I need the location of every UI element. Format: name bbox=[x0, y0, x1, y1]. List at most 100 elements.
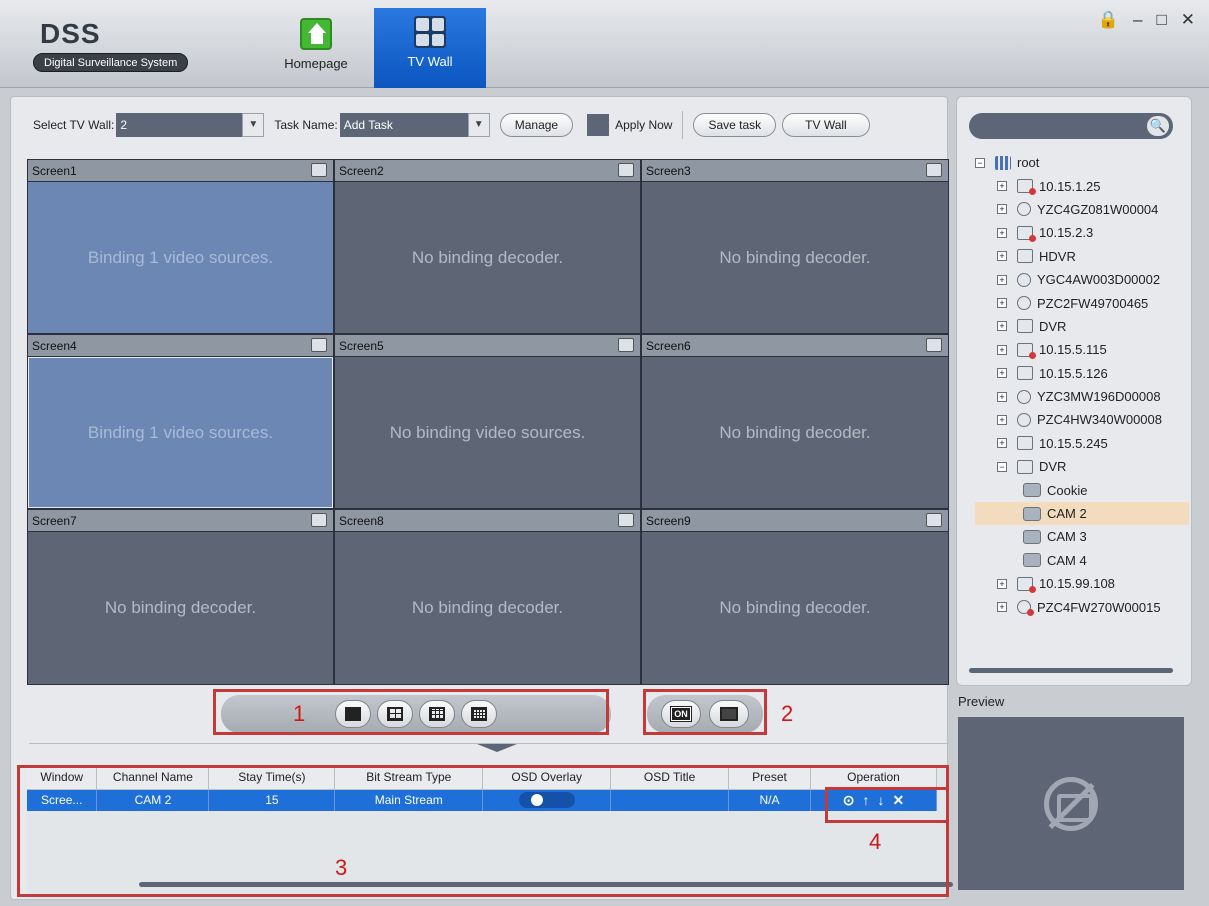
tree-horizontal-scrollbar[interactable] bbox=[969, 668, 1173, 673]
camera-icon bbox=[1023, 506, 1041, 521]
screen-title: Screen6 bbox=[646, 339, 691, 353]
tree-node-label: HDVR bbox=[1039, 248, 1076, 264]
manage-button[interactable]: Manage bbox=[499, 113, 574, 137]
lock-icon[interactable]: 🔒 bbox=[1098, 10, 1119, 30]
toolbar-separator bbox=[682, 111, 684, 139]
screen-cell[interactable]: Screen7 No binding decoder. bbox=[27, 509, 334, 685]
tree-node[interactable]: +10.15.5.126 bbox=[975, 362, 1189, 385]
apply-now-checkbox[interactable] bbox=[587, 114, 610, 136]
tree-node-label: CAM 2 bbox=[1047, 506, 1087, 522]
screen-title: Screen2 bbox=[339, 164, 384, 178]
screen-settings-icon[interactable] bbox=[618, 338, 634, 352]
device-tree: − root +10.15.1.25 + YZC4GZ081W00004 +10.15.2… bbox=[975, 151, 1189, 619]
screen-header: Screen2 bbox=[335, 160, 640, 182]
tree-node[interactable]: CAM 2 bbox=[975, 501, 1189, 526]
screen-title: Screen3 bbox=[646, 164, 691, 178]
search-input[interactable]: 🔍 bbox=[969, 113, 1173, 139]
screen-cell[interactable]: Screen1 Binding 1 video sources. bbox=[27, 159, 334, 334]
app-logo-subtitle: Digital Surveillance System bbox=[33, 53, 189, 72]
expand-icon[interactable]: + bbox=[997, 321, 1007, 332]
expand-icon[interactable]: + bbox=[997, 181, 1007, 192]
tree-node[interactable]: + PZC2FW49700465 bbox=[975, 291, 1189, 314]
expand-icon[interactable]: + bbox=[997, 602, 1007, 613]
screen-cell[interactable]: Screen5 No binding video sources. bbox=[334, 334, 641, 509]
tree-node[interactable]: +10.15.2.3 bbox=[975, 221, 1189, 244]
screen-cell[interactable]: Screen3 No binding decoder. bbox=[641, 159, 949, 334]
no-camera-icon bbox=[1044, 776, 1098, 831]
search-icon[interactable]: 🔍 bbox=[1147, 116, 1169, 136]
maximize-icon[interactable]: □ bbox=[1156, 10, 1166, 30]
annotation-box-4 bbox=[825, 787, 949, 823]
expand-icon[interactable]: + bbox=[997, 368, 1007, 379]
screen-settings-icon[interactable] bbox=[926, 338, 942, 352]
ipc-icon bbox=[1017, 272, 1031, 287]
device-offline-icon bbox=[1017, 342, 1036, 359]
expand-icon[interactable]: + bbox=[997, 438, 1007, 449]
tree-node[interactable]: + YZC4GZ081W00004 bbox=[975, 198, 1189, 221]
screen-settings-icon[interactable] bbox=[618, 163, 634, 177]
task-name-dropdown[interactable]: Add Task ▼ bbox=[339, 113, 490, 137]
expand-icon[interactable]: + bbox=[997, 204, 1007, 215]
screen-settings-icon[interactable] bbox=[926, 513, 942, 527]
collapse-arrow-icon[interactable] bbox=[477, 744, 517, 752]
expand-icon[interactable]: + bbox=[997, 391, 1007, 402]
expand-icon[interactable]: + bbox=[997, 274, 1007, 285]
screen-title: Screen7 bbox=[32, 514, 77, 528]
screen-header: Screen4 bbox=[28, 335, 333, 357]
tree-node[interactable]: + HDVR bbox=[975, 245, 1189, 268]
screen-settings-icon[interactable] bbox=[311, 513, 327, 527]
screen-status: Binding 1 video sources. bbox=[28, 182, 333, 333]
expand-icon[interactable]: + bbox=[997, 298, 1007, 309]
chevron-down-icon[interactable]: ▼ bbox=[467, 113, 490, 137]
select-tv-wall-dropdown[interactable]: 2 ▼ bbox=[116, 113, 265, 137]
screen-settings-icon[interactable] bbox=[926, 163, 942, 177]
tv-wall-button[interactable]: TV Wall bbox=[782, 113, 870, 137]
screen-cell[interactable]: Screen9 No binding decoder. bbox=[641, 509, 949, 685]
tree-node[interactable]: +10.15.5.245 bbox=[975, 432, 1189, 455]
nav-tab-homepage[interactable]: Homepage bbox=[271, 10, 361, 88]
screen-cell[interactable]: Screen8 No binding decoder. bbox=[334, 509, 641, 685]
screen-title: Screen4 bbox=[32, 339, 77, 353]
chevron-down-icon[interactable]: ▼ bbox=[242, 113, 265, 137]
tree-node[interactable]: + YZC3MW196D00008 bbox=[975, 385, 1189, 408]
screen-settings-icon[interactable] bbox=[311, 338, 327, 352]
tree-node[interactable]: +10.15.99.108 bbox=[975, 572, 1189, 595]
screen-settings-icon[interactable] bbox=[618, 513, 634, 527]
tree-node[interactable]: CAM 4 bbox=[975, 549, 1189, 572]
expand-icon[interactable]: + bbox=[997, 227, 1007, 238]
screen-cell[interactable]: Screen6 No binding decoder. bbox=[641, 334, 949, 509]
screen-cell[interactable]: Screen2 No binding decoder. bbox=[334, 159, 641, 334]
tree-node-label: PZC4HW340W00008 bbox=[1037, 412, 1162, 428]
tree-node[interactable]: +10.15.1.25 bbox=[975, 174, 1189, 197]
collapse-icon[interactable]: − bbox=[975, 157, 985, 168]
tree-node[interactable]: +10.15.5.115 bbox=[975, 338, 1189, 361]
tree-node[interactable]: − root bbox=[975, 151, 1189, 174]
screen-header: Screen8 bbox=[335, 510, 640, 532]
expand-icon[interactable]: + bbox=[997, 414, 1007, 425]
screen-settings-icon[interactable] bbox=[311, 163, 327, 177]
expand-icon[interactable]: + bbox=[997, 251, 1007, 262]
tree-node[interactable]: − DVR bbox=[975, 455, 1189, 478]
task-name-value: Add Task bbox=[343, 118, 393, 132]
close-icon[interactable]: ✕ bbox=[1181, 10, 1195, 30]
collapse-icon[interactable]: − bbox=[997, 461, 1007, 472]
nav-tab-tv-wall[interactable]: TV Wall bbox=[374, 8, 486, 88]
tree-node[interactable]: + DVR bbox=[975, 315, 1189, 338]
minimize-icon[interactable]: – bbox=[1133, 10, 1142, 30]
device-offline-icon bbox=[1017, 179, 1036, 196]
expand-icon[interactable]: + bbox=[997, 578, 1007, 589]
tree-node[interactable]: + YGC4AW003D00002 bbox=[975, 268, 1189, 291]
tree-node-label: 10.15.2.3 bbox=[1039, 225, 1094, 241]
tree-node-label: root bbox=[1017, 155, 1040, 171]
screen-cell[interactable]: Screen4 Binding 1 video sources. bbox=[27, 334, 334, 509]
tree-node[interactable]: + PZC4HW340W00008 bbox=[975, 408, 1189, 431]
expand-icon[interactable]: + bbox=[997, 344, 1007, 355]
tree-node[interactable]: Cookie bbox=[975, 478, 1189, 501]
screen-status: Binding 1 video sources. bbox=[28, 357, 333, 508]
tree-node[interactable]: CAM 3 bbox=[975, 525, 1189, 548]
screen-status: No binding decoder. bbox=[28, 532, 333, 684]
save-task-button[interactable]: Save task bbox=[693, 113, 777, 137]
tree-node[interactable]: + PZC4FW270W00015 bbox=[975, 595, 1189, 618]
device-tree-panel: 🔍 − root +10.15.1.25 + YZC4GZ081W00004 +10.15… bbox=[956, 96, 1192, 686]
ipc-offline-icon bbox=[1017, 600, 1034, 617]
